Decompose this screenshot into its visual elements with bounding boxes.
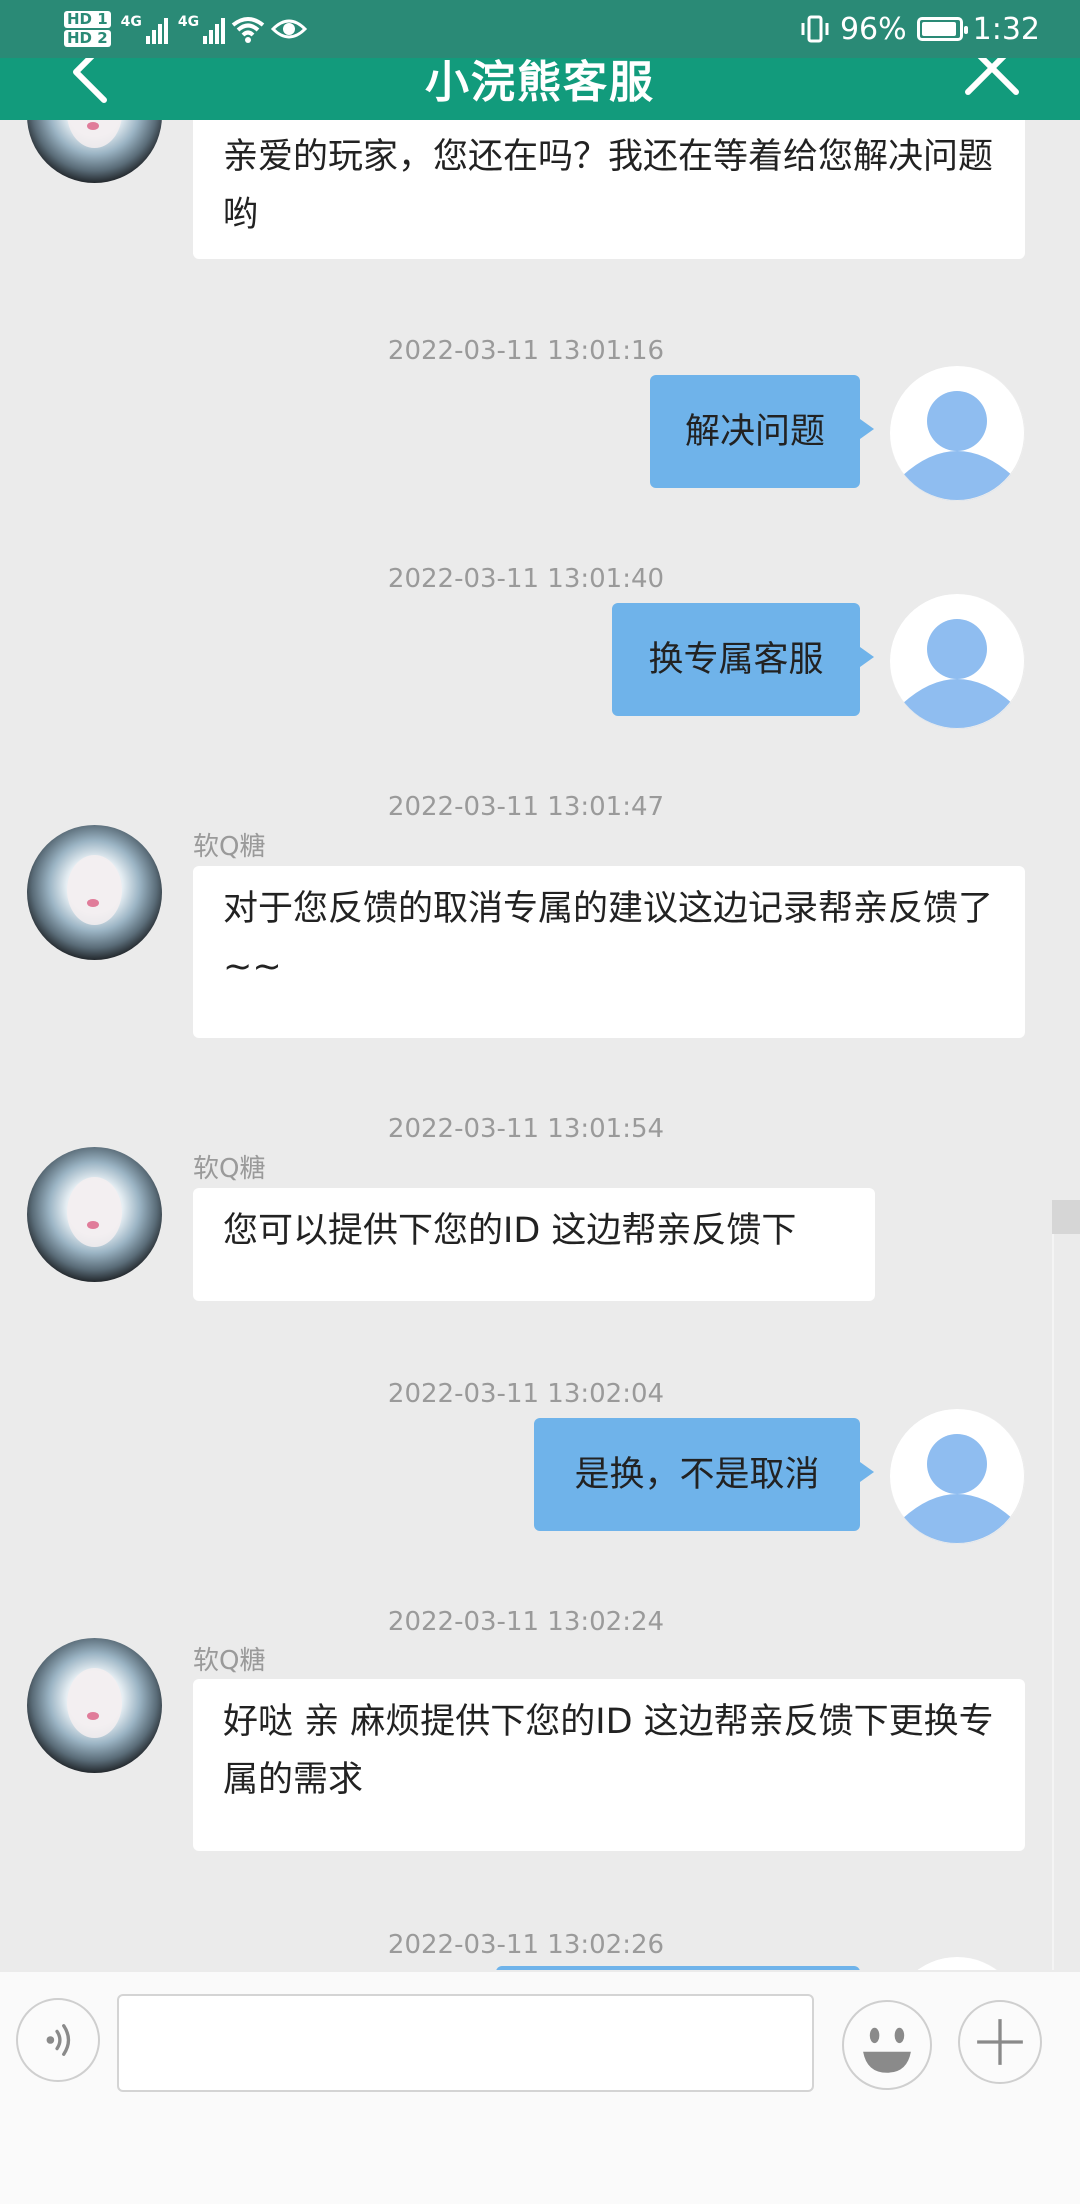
message-bubble-agent[interactable]: 对于您反馈的取消专属的建议这边记录帮亲反馈了~~ (193, 866, 1025, 1038)
agent-avatar[interactable] (27, 1638, 162, 1773)
message-bubble-user[interactable]: 是换，不是取消 (534, 1418, 874, 1531)
agent-avatar[interactable] (27, 825, 162, 960)
status-left-group: HD 1 HD 2 4G 4G (64, 4, 308, 54)
wifi-icon (231, 17, 265, 43)
user-avatar-icon[interactable] (890, 1409, 1025, 1544)
plus-icon (977, 2019, 1023, 2065)
signal-1-icon: 4G (121, 14, 168, 44)
voice-icon (46, 2024, 71, 2056)
voice-button[interactable] (16, 1998, 100, 2082)
sender-name: 软Q糖 (193, 1646, 266, 1676)
signal-2-icon: 4G (178, 14, 226, 44)
status-bar: HD 1 HD 2 4G 4G 96% 1:32 (0, 0, 1080, 58)
sender-name: 软Q糖 (193, 832, 266, 862)
message-timestamp: 2022-03-11 13:01:16 (387, 336, 665, 366)
agent-avatar[interactable] (27, 1147, 162, 1282)
message-timestamp: 2022-03-11 13:02:04 (387, 1379, 665, 1409)
scrollbar-track[interactable] (1052, 1234, 1054, 1970)
battery-percent: 96% (839, 11, 907, 47)
emoji-icon (863, 2027, 911, 2073)
message-timestamp: 2022-03-11 13:01:47 (387, 792, 665, 822)
status-right-group: 96% 1:32 (800, 4, 1040, 54)
hd2-badge: HD 2 (64, 30, 111, 47)
message-bubble-user[interactable]: 换专属客服 (612, 603, 874, 716)
user-avatar-icon[interactable] (890, 594, 1025, 729)
message-timestamp: 2022-03-11 13:02:26 (387, 1930, 665, 1960)
battery-icon (916, 17, 968, 41)
message-timestamp: 2022-03-11 13:01:40 (387, 564, 665, 594)
clock: 1:32 (972, 11, 1040, 47)
message-bubble-user[interactable]: 解决问题 (650, 375, 874, 488)
message-timestamp: 2022-03-11 13:02:24 (387, 1607, 665, 1637)
message-bubble-agent[interactable]: 亲爱的玩家，您还在吗？我还在等着给您解决问题哟 (193, 114, 1025, 259)
hd1-badge: HD 1 (64, 11, 111, 28)
scrollbar-thumb[interactable] (1052, 1200, 1080, 1234)
eye-icon (271, 19, 308, 39)
message-bubble-agent[interactable]: 您可以提供下您的ID 这边帮亲反馈下 (193, 1188, 875, 1301)
plus-button[interactable] (958, 2000, 1042, 2084)
message-timestamp: 2022-03-11 13:01:54 (387, 1114, 665, 1144)
user-avatar-icon[interactable] (890, 366, 1025, 501)
vibrate-icon (801, 15, 829, 43)
title-bar: 小浣熊客服 (0, 41, 1080, 120)
input-bar (0, 1972, 1080, 2204)
message-bubble-user[interactable] (496, 1966, 860, 1970)
sender-name: 软Q糖 (193, 1154, 266, 1184)
chat-history[interactable]: 亲爱的玩家，您还在吗？我还在等着给您解决问题哟 2022-03-11 13:01… (0, 0, 1080, 1970)
emoji-button[interactable] (842, 2000, 932, 2090)
message-bubble-agent[interactable]: 好哒 亲 麻烦提供下您的ID 这边帮亲反馈下更换专属的需求 (193, 1679, 1025, 1851)
message-input[interactable] (117, 1994, 814, 2092)
hd-badges: HD 1 HD 2 (64, 10, 111, 48)
